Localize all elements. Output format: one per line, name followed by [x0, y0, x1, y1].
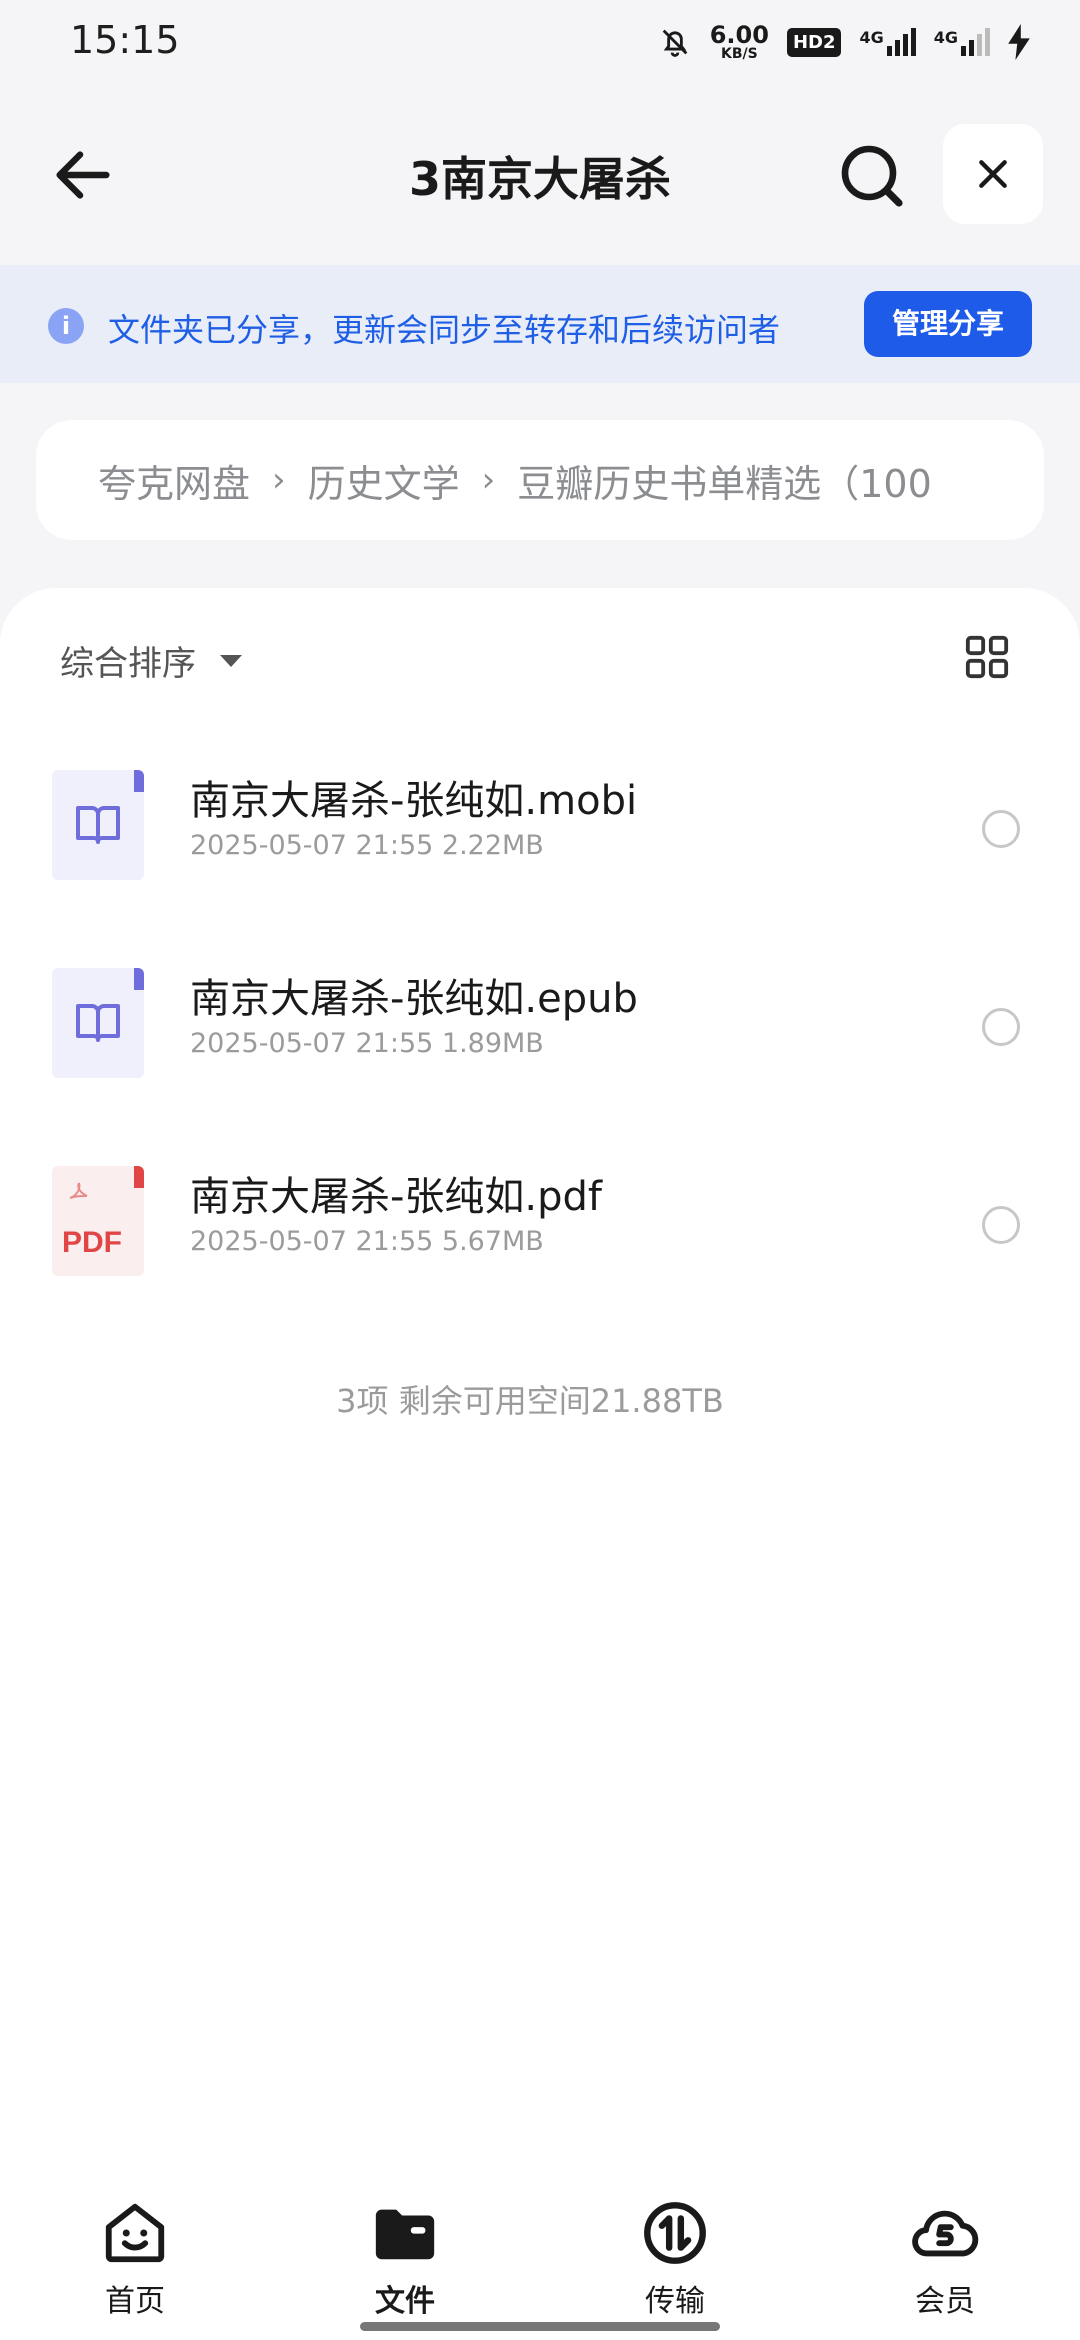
close-icon	[979, 160, 1007, 188]
file-row[interactable]: 南京大屠杀-张纯如.epub 2025-05-07 21:55 1.89MB	[0, 946, 1080, 1144]
pdf-file-icon: PDF	[52, 1166, 144, 1276]
book-file-icon	[52, 770, 144, 880]
storage-summary: 3项 剩余可用空间21.88TB	[336, 1382, 724, 1420]
file-row[interactable]: 南京大屠杀-张纯如.mobi 2025-05-07 21:55 2.22MB	[0, 748, 1080, 946]
info-icon: i	[48, 308, 84, 344]
select-radio[interactable]	[982, 810, 1020, 848]
nav-label: 会员	[915, 2284, 975, 2319]
breadcrumb-item-root[interactable]: 夸克网盘	[98, 453, 250, 508]
select-radio[interactable]	[982, 1008, 1020, 1046]
file-meta: 2025-05-07 21:55 1.89MB	[190, 1028, 544, 1059]
file-name: 南京大屠杀-张纯如.epub	[190, 976, 638, 1022]
nav-label: 文件	[375, 2284, 435, 2319]
status-time: 15:15	[70, 18, 180, 62]
share-banner-text: 文件夹已分享，更新会同步至转存和后续访问者	[108, 311, 781, 349]
manage-share-button[interactable]: 管理分享	[864, 291, 1032, 357]
breadcrumb-separator: ›	[272, 460, 286, 500]
breadcrumb-separator: ›	[481, 460, 496, 500]
select-radio[interactable]	[982, 1206, 1020, 1244]
sort-label: 综合排序	[60, 644, 196, 684]
charging-icon	[1008, 24, 1030, 60]
folder-icon	[375, 2209, 435, 2260]
mute-bell-icon	[662, 29, 688, 57]
bottom-nav: 首页 文件 传输 会员	[0, 2190, 1080, 2340]
signal-4g-1: 4G	[859, 28, 916, 56]
nav-item-home[interactable]: 首页	[0, 2190, 270, 2340]
cloud-member-icon	[912, 2210, 979, 2257]
grid-view-icon[interactable]	[964, 634, 1010, 680]
nav-item-transfer[interactable]: 传输	[540, 2190, 810, 2340]
sort-dropdown[interactable]: 综合排序	[60, 636, 242, 685]
network-speed: 6.00 KB/S	[709, 21, 769, 62]
signal-4g-2: 4G	[934, 28, 990, 56]
home-face-icon	[105, 2203, 165, 2263]
book-file-icon	[52, 968, 144, 1078]
transfer-icon	[644, 2202, 706, 2264]
caret-down-icon	[220, 654, 242, 667]
nav-item-member[interactable]: 会员	[810, 2190, 1080, 2340]
file-row[interactable]: PDF 南京大屠杀-张纯如.pdf 2025-05-07 21:55 5.67M…	[0, 1144, 1080, 1342]
nav-item-files[interactable]: 文件	[270, 2190, 540, 2340]
home-indicator[interactable]	[360, 2322, 720, 2331]
pdf-icon-label: PDF	[62, 1226, 122, 1259]
breadcrumb-item-history-literature[interactable]: 历史文学	[308, 453, 460, 508]
status-icons: 6.00 KB/S HD2 4G 4G	[658, 20, 1030, 64]
file-meta: 2025-05-07 21:55 2.22MB	[190, 830, 544, 861]
file-meta: 2025-05-07 21:55 5.67MB	[190, 1226, 544, 1257]
nav-label: 传输	[645, 2284, 705, 2319]
breadcrumb: 夸克网盘 › 历史文学 › 豆瓣历史书单精选（100	[36, 420, 1044, 540]
file-name: 南京大屠杀-张纯如.mobi	[190, 778, 638, 824]
nav-label: 首页	[105, 2284, 165, 2319]
close-button[interactable]	[943, 124, 1043, 224]
search-icon[interactable]	[836, 140, 908, 212]
page-title: 3南京大屠杀	[408, 152, 671, 206]
file-name: 南京大屠杀-张纯如.pdf	[190, 1174, 603, 1220]
breadcrumb-item-douban-list[interactable]: 豆瓣历史书单精选（100	[517, 453, 932, 508]
hd-voice-badge: HD2	[786, 27, 842, 57]
